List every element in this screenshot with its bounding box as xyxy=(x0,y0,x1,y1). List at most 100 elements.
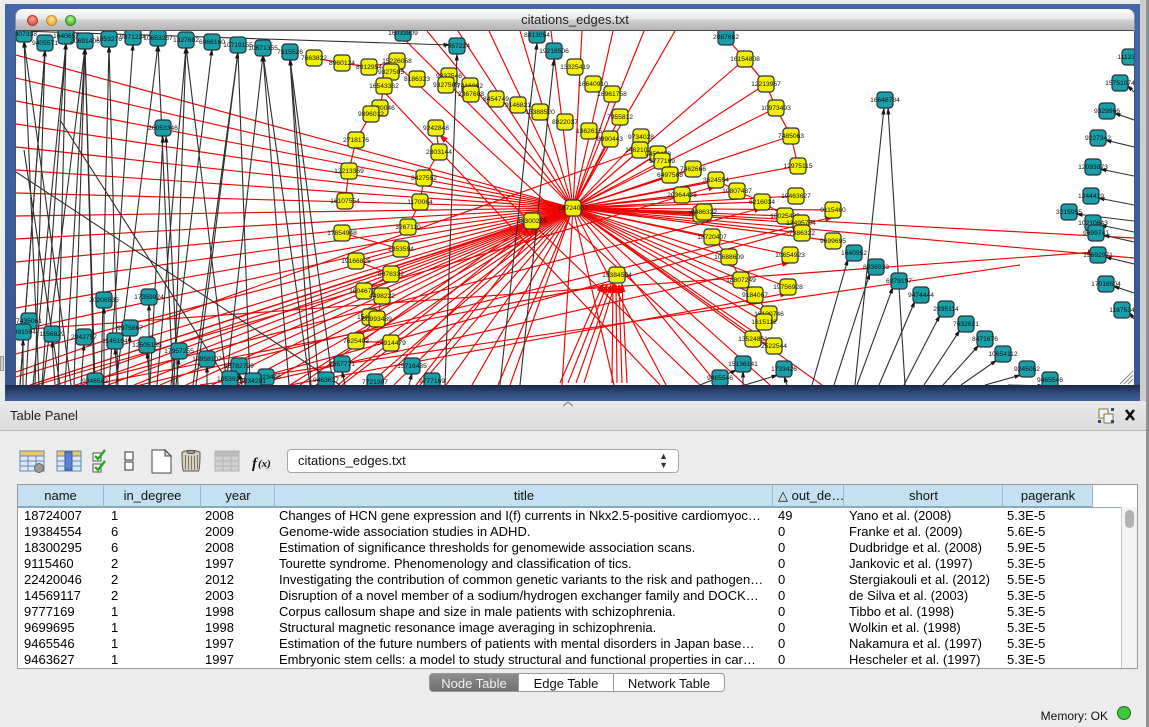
svg-text:8960124: 8960124 xyxy=(329,60,355,67)
svg-text:19166825: 19166825 xyxy=(341,258,371,265)
svg-text:13524851: 13524851 xyxy=(738,336,768,343)
svg-text:1327602: 1327602 xyxy=(173,37,199,44)
svg-text:8471676: 8471676 xyxy=(972,336,998,343)
svg-text:3267110: 3267110 xyxy=(395,224,421,231)
svg-text:7462666: 7462666 xyxy=(680,166,706,173)
svg-text:9465546: 9465546 xyxy=(1037,377,1063,384)
svg-text:9245052: 9245052 xyxy=(1014,366,1040,373)
svg-text:9777169: 9777169 xyxy=(649,158,675,165)
svg-text:7955812: 7955812 xyxy=(607,114,633,121)
svg-text:7957224: 7957224 xyxy=(444,43,470,50)
svg-text:8990443: 8990443 xyxy=(597,136,623,143)
svg-text:12505135: 12505135 xyxy=(132,342,162,349)
svg-text:8186323: 8186323 xyxy=(404,76,430,83)
svg-text:17359924: 17359924 xyxy=(134,294,164,301)
svg-text:16543362: 16543362 xyxy=(369,83,399,90)
svg-text:9975867: 9975867 xyxy=(117,325,143,332)
svg-text:9405571: 9405571 xyxy=(32,40,58,47)
svg-text:8813054: 8813054 xyxy=(524,32,550,39)
svg-text:19218506: 19218506 xyxy=(539,48,569,55)
svg-text:19756928: 19756928 xyxy=(773,284,803,291)
svg-text:9474444: 9474444 xyxy=(908,292,934,299)
svg-text:9463627: 9463627 xyxy=(313,377,339,384)
svg-text:1156829: 1156829 xyxy=(39,331,65,338)
svg-text:10958107: 10958107 xyxy=(192,356,222,363)
svg-text:7625402: 7625402 xyxy=(343,338,369,345)
svg-text:6497568: 6497568 xyxy=(657,172,683,179)
svg-text:25300275: 25300275 xyxy=(517,218,547,225)
svg-text:2935114: 2935114 xyxy=(933,306,959,313)
svg-text:19384554: 19384554 xyxy=(602,272,632,279)
svg-text:16782759: 16782759 xyxy=(224,363,254,370)
svg-text:7386322: 7386322 xyxy=(789,230,815,237)
svg-text:10807487: 10807487 xyxy=(722,188,752,195)
svg-text:16154808: 16154808 xyxy=(730,56,760,63)
svg-text:1170064: 1170064 xyxy=(407,199,433,206)
svg-text:9465546: 9465546 xyxy=(707,375,733,382)
svg-text:1244419: 1244419 xyxy=(1078,193,1104,200)
svg-text:18720407: 18720407 xyxy=(697,234,727,241)
svg-text:12213369: 12213369 xyxy=(334,168,364,175)
svg-text:9699741: 9699741 xyxy=(1083,230,1109,237)
svg-text:9115460: 9115460 xyxy=(820,207,846,214)
svg-text:10653267: 10653267 xyxy=(143,35,173,42)
svg-text:(x): (x) xyxy=(258,458,271,470)
svg-text:13388520: 13388520 xyxy=(525,109,555,116)
svg-text:1353594: 1353594 xyxy=(388,246,414,253)
svg-text:8878332: 8878332 xyxy=(378,271,404,278)
svg-text:6216034: 6216034 xyxy=(749,199,775,206)
svg-text:1167534: 1167534 xyxy=(1109,307,1134,314)
svg-text:8822037: 8822037 xyxy=(552,119,578,126)
svg-text:12975115: 12975115 xyxy=(783,163,813,170)
svg-text:13325419: 13325419 xyxy=(560,64,590,71)
svg-text:2522544: 2522544 xyxy=(761,343,787,350)
svg-text:6966160: 6966160 xyxy=(199,39,225,46)
svg-text:9486322: 9486322 xyxy=(691,209,717,216)
svg-text:16640910: 16640910 xyxy=(578,81,608,88)
svg-text:15751074: 15751074 xyxy=(1105,80,1134,87)
svg-text:16033809: 16033809 xyxy=(388,31,418,37)
svg-text:1733426: 1733426 xyxy=(771,366,797,373)
svg-text:9346582: 9346582 xyxy=(82,378,108,385)
svg-text:12093873: 12093873 xyxy=(1078,164,1108,171)
svg-text:15136141: 15136141 xyxy=(728,361,758,368)
svg-text:17957255: 17957255 xyxy=(164,348,194,355)
svg-text:10688609: 10688609 xyxy=(714,254,744,261)
svg-text:15692971: 15692971 xyxy=(1083,252,1113,259)
svg-text:1615112: 1615112 xyxy=(751,319,777,326)
svg-text:17854948: 17854948 xyxy=(327,230,357,237)
svg-text:7485063: 7485063 xyxy=(778,133,804,140)
svg-text:9896012: 9896012 xyxy=(358,111,384,118)
svg-text:8427552: 8427552 xyxy=(411,175,437,182)
svg-text:8407338: 8407338 xyxy=(16,31,37,38)
svg-text:18724007: 18724007 xyxy=(558,205,588,212)
svg-text:9327508: 9327508 xyxy=(433,82,459,89)
svg-text:10973493: 10973493 xyxy=(761,105,791,112)
svg-text:9391594: 9391594 xyxy=(16,329,36,336)
svg-text:9227342: 9227342 xyxy=(1085,135,1111,142)
svg-text:7663822: 7663822 xyxy=(301,55,327,62)
svg-text:20364436: 20364436 xyxy=(667,192,697,199)
svg-text:9734028: 9734028 xyxy=(628,134,654,141)
svg-text:2718176: 2718176 xyxy=(343,137,369,144)
svg-text:9242848: 9242848 xyxy=(423,125,449,132)
svg-text:9327505: 9327505 xyxy=(378,69,404,76)
svg-text:15716485: 15716485 xyxy=(397,363,427,370)
svg-text:20053346: 20053346 xyxy=(148,125,178,132)
svg-text:4498222: 4498222 xyxy=(369,293,395,300)
svg-text:2803144: 2803144 xyxy=(426,149,452,156)
svg-text:6879197: 6879197 xyxy=(886,278,912,285)
svg-text:14914479: 14914479 xyxy=(376,340,406,347)
svg-text:7515526: 7515526 xyxy=(277,49,303,56)
svg-text:60993489: 60993489 xyxy=(362,316,392,323)
svg-text:2367608: 2367608 xyxy=(458,91,484,98)
svg-text:9699695: 9699695 xyxy=(820,238,846,245)
svg-text:16961758: 16961758 xyxy=(597,91,627,98)
svg-text:12213967: 12213967 xyxy=(751,81,781,88)
svg-text:7632621: 7632621 xyxy=(953,321,979,328)
svg-text:16107554: 16107554 xyxy=(330,198,360,205)
svg-text:16648784: 16648784 xyxy=(870,97,900,104)
svg-text:9184067: 9184067 xyxy=(742,292,768,299)
svg-text:3624554: 3624554 xyxy=(703,177,729,184)
svg-text:20206535: 20206535 xyxy=(89,297,119,304)
